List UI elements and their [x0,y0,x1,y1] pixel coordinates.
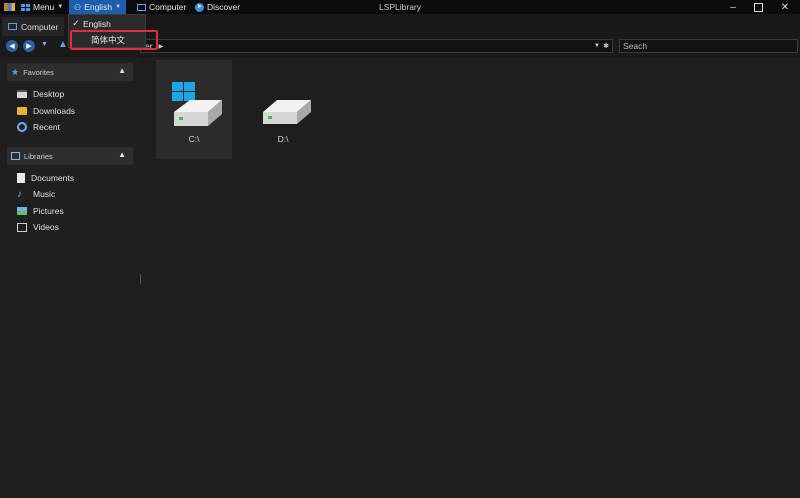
history-dropdown[interactable]: ▼ [41,41,48,48]
documents-icon [17,173,25,183]
language-label: English [84,2,113,12]
pictures-icon [17,207,27,215]
chevron-up-icon[interactable]: ▲ [118,150,126,159]
sidebar-item-label: Downloads [33,106,76,116]
up-button[interactable]: ▲ [58,39,68,50]
sidebar-item-pictures[interactable]: Pictures [17,204,64,218]
app-logo [4,0,15,14]
favorites-header[interactable]: ★ Favorites ▲ [7,63,133,81]
sidebar-resize-handle[interactable] [140,274,141,284]
sidebar-item-label: Music [33,189,56,199]
discover-label: Discover [207,2,241,12]
title-bar: Menu ▼ ⚇ English ▼ Computer ➤ Discover L… [0,0,800,14]
grid-icon [21,3,30,11]
chevron-up-icon[interactable]: ▲ [118,66,126,75]
monitor-icon [137,3,146,11]
sidebar-item-label: Desktop [33,89,65,99]
user-icon: ⚇ [74,2,82,12]
minimize-button[interactable]: – [722,0,744,14]
chevron-right-icon: ▶ [158,43,164,50]
star-icon: ★ [11,66,20,77]
drive-item-c[interactable]: C:\ [156,60,232,159]
sidebar-item-music[interactable]: ♪ Music [17,187,55,201]
sidebar-item-downloads[interactable]: Downloads [17,104,75,118]
sidebar-item-label: Documents [31,173,74,183]
address-bar[interactable]: er ▶ ▼ ✱ [140,39,613,53]
compass-icon: ➤ [195,2,204,12]
tab-computer[interactable]: Computer [2,17,65,36]
tab-label: Computer [21,21,59,32]
music-icon: ♪ [17,188,22,200]
drive-label: C:\ [188,134,200,144]
sidebar-item-recent[interactable]: Recent [17,120,60,134]
caret-down-icon: ▼ [41,41,48,48]
discover-button[interactable]: ➤ Discover [195,0,240,14]
desktop-icon [17,90,27,98]
system-drive-icon [166,82,222,128]
close-icon: ✕ [780,1,790,13]
highlight-outline [70,30,158,50]
drive-view: C:\ D:\ [143,57,800,498]
language-button[interactable]: ⚇ English ▼ [69,0,127,14]
videos-icon [17,222,27,232]
libraries-title: Libraries [24,151,53,161]
libraries-header[interactable]: Libraries ▲ [7,147,133,165]
drive-icon [255,82,311,128]
back-button[interactable]: ◀ [6,40,18,52]
caret-down-icon: ▼ [115,4,122,10]
menu-item-english[interactable]: ✓ English [69,16,145,31]
maximize-button[interactable] [747,0,769,14]
sidebar-item-label: Recent [33,122,60,132]
libraries-icon [11,152,20,160]
menu-item-label: English [83,18,111,29]
recent-icon [17,122,27,132]
forward-button[interactable]: ▶ [23,40,35,52]
sidebar-item-label: Pictures [33,206,64,216]
arrow-left-icon: ◀ [9,43,15,50]
arrow-up-icon: ▲ [58,39,68,50]
check-icon: ✓ [72,18,80,28]
computer-button[interactable]: Computer [137,0,186,14]
sidebar-item-documents[interactable]: Documents [17,171,74,185]
address-dropdown-icon[interactable]: ▼ [594,43,600,49]
sidebar-item-label: Videos [33,222,59,232]
favorites-title: Favorites [23,67,54,77]
drive-item-d[interactable]: D:\ [245,60,321,159]
monitor-icon [8,23,17,30]
sidebar-item-desktop[interactable]: Desktop [17,87,64,101]
refresh-icon[interactable]: ✱ [603,42,609,50]
search-input[interactable]: Seach [619,39,798,53]
sidebar: ★ Favorites ▲ Desktop Downloads Recent L… [0,57,142,498]
sidebar-item-videos[interactable]: Videos [17,220,59,234]
app-logo-icon [4,3,15,11]
menu-button[interactable]: Menu ▼ [21,0,63,14]
app-title: LSPLibrary [378,2,422,12]
menu-label: Menu [33,2,55,12]
drive-label: D:\ [277,134,289,144]
caret-down-icon: ▼ [57,4,64,10]
close-button[interactable]: ✕ [774,0,796,14]
maximize-icon [753,2,763,12]
computer-label: Computer [149,2,187,12]
minimize-icon: – [730,1,736,13]
arrow-right-icon: ▶ [26,43,32,50]
downloads-icon [17,107,27,115]
